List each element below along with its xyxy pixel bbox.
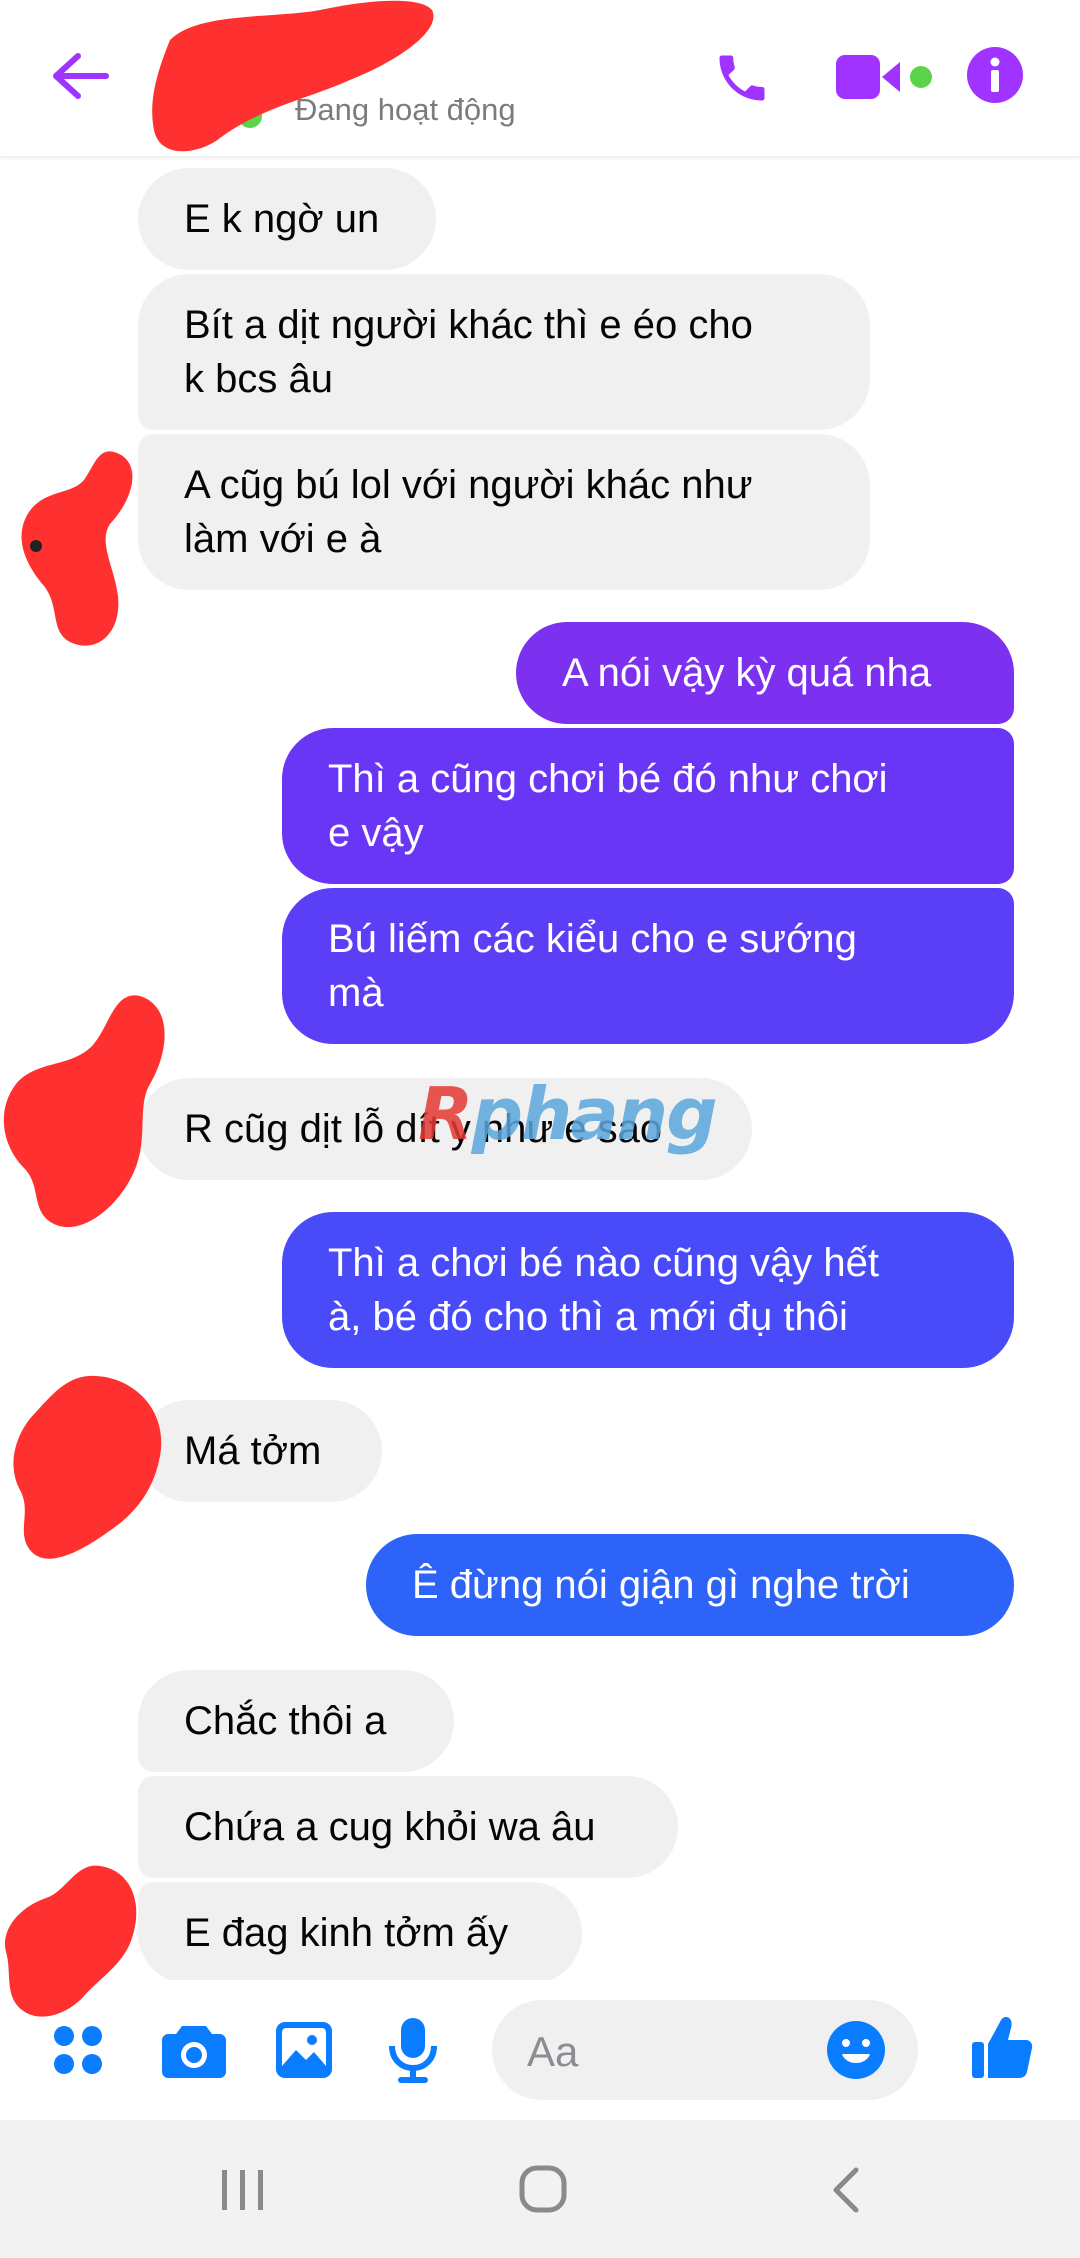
- like-icon[interactable]: [970, 2014, 1034, 2080]
- info-icon[interactable]: [966, 46, 1024, 104]
- watermark: Rphang: [418, 1072, 718, 1156]
- avatar-redaction: [21, 451, 133, 646]
- back-icon[interactable]: [828, 2166, 862, 2214]
- message-incoming[interactable]: Chắc thôi a: [138, 1670, 454, 1772]
- message-outgoing[interactable]: A nói vậy kỳ quá nha: [516, 622, 1014, 724]
- message-outgoing[interactable]: Ê đừng nói giận gì nghe trời: [366, 1534, 1014, 1636]
- home-icon[interactable]: [518, 2164, 568, 2214]
- avatar-redaction: [13, 1375, 162, 1559]
- video-icon[interactable]: [836, 52, 936, 102]
- avatar-redaction: [5, 1865, 137, 2017]
- camera-icon[interactable]: [162, 2022, 226, 2078]
- message-incoming[interactable]: E k ngờ un: [138, 168, 436, 270]
- recents-icon[interactable]: [220, 2168, 266, 2212]
- name-redaction: [152, 0, 434, 152]
- emoji-icon[interactable]: [826, 2020, 886, 2080]
- message-incoming[interactable]: A cũg bú lol với người khác như làm với …: [138, 434, 870, 590]
- message-outgoing[interactable]: Bú liếm các kiểu cho e sướng mà: [282, 888, 1014, 1044]
- message-incoming[interactable]: Má tởm: [138, 1400, 382, 1502]
- avatar-redaction: [3, 995, 165, 1228]
- apps-icon[interactable]: [52, 2024, 104, 2076]
- message-outgoing[interactable]: Thì a cũng chơi bé đó như chơi e vậy: [282, 728, 1014, 884]
- message-incoming[interactable]: Bít a dịt người khác thì e éo cho k bcs …: [138, 274, 870, 430]
- gallery-icon[interactable]: [274, 2020, 334, 2080]
- message-input-placeholder: Aa: [527, 2028, 579, 2075]
- back-arrow-icon[interactable]: [50, 50, 110, 102]
- message-incoming[interactable]: E đag kinh tởm ấy: [138, 1882, 582, 1984]
- mic-icon[interactable]: [388, 2016, 438, 2084]
- message-outgoing[interactable]: Thì a chơi bé nào cũng vậy hết à, bé đó …: [282, 1212, 1014, 1368]
- phone-icon[interactable]: [712, 48, 772, 108]
- message-incoming[interactable]: Chứa a cug khỏi wa âu: [138, 1776, 678, 1878]
